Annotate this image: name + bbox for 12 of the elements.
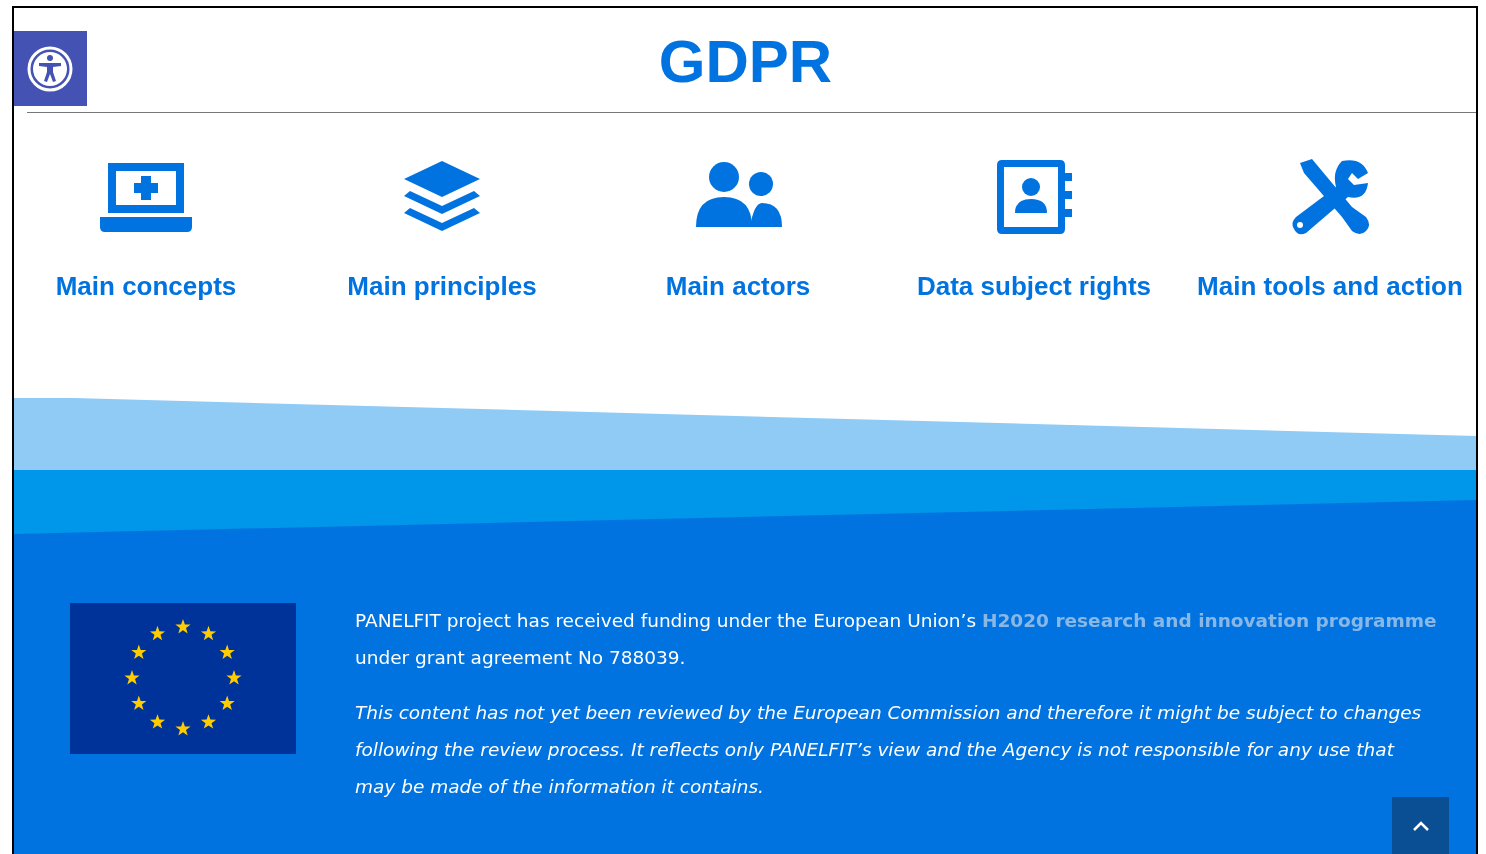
- nav-link[interactable]: Main tools and action: [1182, 157, 1476, 302]
- nav-link[interactable]: Main principles: [294, 157, 590, 302]
- page-title: GDPR: [658, 26, 833, 96]
- caret-icon: [1411, 819, 1430, 832]
- nav-link[interactable]: Main actors: [590, 157, 886, 302]
- disclaimer-text: This content has not yet been reviewed by the European Commission and therefore it might be subject to changes following the review process. It reflects only PANELFIT’s view and the Agency is not responsible for any use that may be made of the information it contains.: [355, 701, 1423, 799]
- funding-text: PANELFIT project has received funding under the European Union’s H2020 research and innovation programme under grant agreement No 788039.: [355, 609, 1438, 670]
- flag-icon: [70, 603, 296, 754]
- nav-link[interactable]: Main concepts: [14, 157, 294, 302]
- accessibility-button[interactable]: [14, 31, 87, 106]
- accessibility-icon: [25, 44, 74, 93]
- nav-link[interactable]: Data subject rights: [886, 157, 1182, 302]
